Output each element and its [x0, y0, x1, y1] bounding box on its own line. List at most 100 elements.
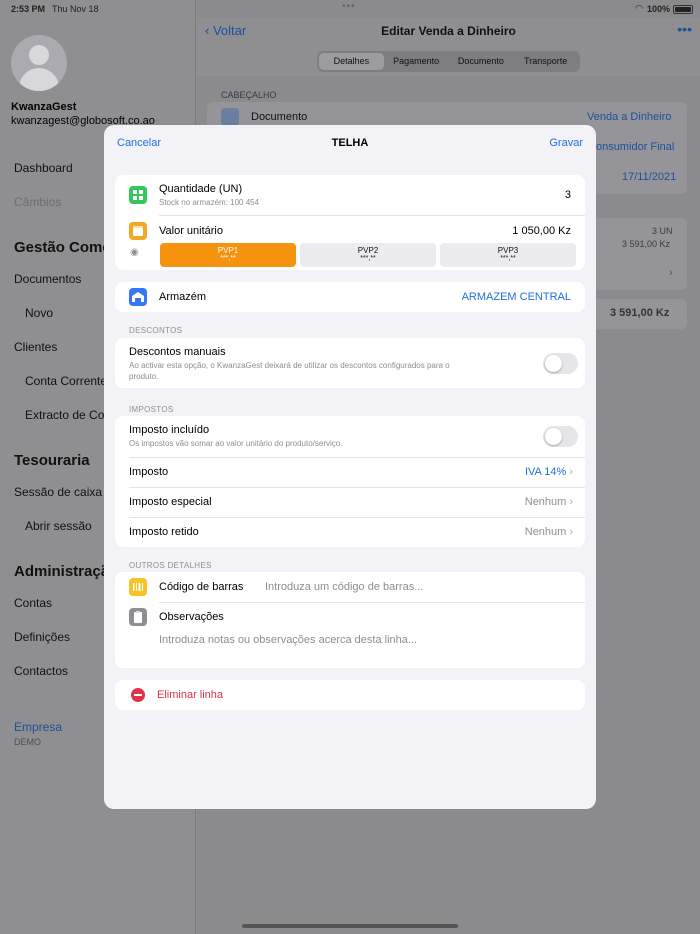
imposto-retido-label: Imposto retido [129, 526, 199, 538]
multitask-dots-icon[interactable]: ••• [342, 1, 356, 12]
descontos-card: Descontos manuais Ao activar esta opção,… [115, 338, 585, 388]
pvp3-button[interactable]: PVP3 ***,** [440, 243, 576, 267]
armazem-row[interactable]: Armazém ARMAZEM CENTRAL [115, 282, 585, 312]
armazem-value[interactable]: ARMAZEM CENTRAL [462, 291, 571, 303]
sidebar-section-gestao: Gestão Come [14, 239, 111, 256]
section-cabecalho: CABEÇALHO [221, 90, 277, 100]
navigation-bar: ‹ Voltar Editar Venda a Dinheiro ••• Det… [197, 18, 700, 76]
descontos-description-2: produto. [129, 372, 159, 381]
cliente-value[interactable]: onsumidor Final [596, 141, 674, 153]
descontos-label: Descontos manuais [129, 346, 226, 358]
more-icon[interactable]: ••• [677, 21, 692, 37]
pvp2-value: ***,** [360, 255, 376, 262]
sidebar-item-abrir-sessao[interactable]: Abrir sessão [25, 519, 92, 533]
codigo-barras-input[interactable]: Introduza um código de barras... [265, 581, 423, 593]
codigo-barras-label: Código de barras [159, 581, 244, 593]
observacoes-textarea[interactable]: Introduza notas ou observações acerca de… [159, 634, 417, 646]
chevron-right-icon: › [669, 267, 673, 279]
line-edit-modal: Cancelar TELHA Gravar Quantidade (UN) St… [104, 125, 596, 809]
sidebar-item-dashboard[interactable]: Dashboard [14, 161, 73, 175]
imposto-especial-value: Nenhum [524, 496, 567, 508]
sidebar-item-extracto[interactable]: Extracto de Con [25, 408, 111, 422]
sidebar-item-sessao-caixa[interactable]: Sessão de caixa [14, 485, 102, 499]
outros-card: Código de barras Introduza um código de … [115, 572, 585, 668]
pvp1-button[interactable]: PVP1 ***,** [160, 243, 296, 267]
modal-title: TELHA [331, 137, 369, 149]
total-value: 3 591,00 Kz [610, 307, 670, 319]
sidebar-item-contactos[interactable]: Contactos [14, 664, 68, 678]
tab-bar: Detalhes Pagamento Documento Transporte [317, 51, 580, 72]
company-demo-label: DEMO [14, 737, 41, 747]
descontos-toggle[interactable] [543, 353, 578, 374]
impostos-card: Imposto incluído Os impostos vão somar a… [115, 416, 585, 547]
page-title: Editar Venda a Dinheiro [381, 24, 516, 38]
tab-transporte[interactable]: Transporte [513, 53, 578, 70]
quantity-icon [129, 186, 147, 204]
stock-label: Stock no armazém: 100 454 [159, 198, 260, 207]
separator [129, 457, 585, 458]
eye-icon[interactable]: ◉ [130, 247, 139, 258]
imposto-especial-button[interactable]: Nenhum › [525, 496, 573, 508]
document-icon [221, 108, 239, 126]
barcode-icon [129, 578, 147, 596]
eliminar-linha-label: Eliminar linha [157, 689, 224, 701]
imposto-especial-label: Imposto especial [129, 496, 212, 508]
sidebar-item-contas[interactable]: Contas [14, 596, 52, 610]
sidebar-item-conta-corrente[interactable]: Conta Corrente [25, 374, 107, 388]
imposto-retido-button[interactable]: Nenhum › [525, 526, 573, 538]
status-bar: 2:53 PM Thu Nov 18 ••• ◠ 100% [0, 0, 700, 18]
sidebar-section-administracao: Administraçã [14, 563, 110, 580]
imposto-incluido-toggle[interactable] [543, 426, 578, 447]
chevron-right-icon: › [569, 526, 573, 538]
sidebar-item-novo[interactable]: Novo [25, 306, 53, 320]
imposto-value: IVA 14% [524, 466, 567, 478]
avatar[interactable] [11, 35, 67, 91]
pvp2-button[interactable]: PVP2 ***,** [300, 243, 436, 267]
separator [129, 487, 585, 488]
home-indicator[interactable] [242, 924, 458, 928]
line-qty: 3 UN [652, 226, 673, 236]
save-button[interactable]: Gravar [549, 137, 583, 149]
minus-circle-icon [131, 688, 145, 702]
imposto-value-button[interactable]: IVA 14% › [525, 466, 573, 478]
separator [129, 517, 585, 518]
section-outros-detalhes: OUTROS DETALHES [129, 561, 212, 570]
sidebar-item-empresa[interactable]: Empresa [14, 720, 62, 734]
pvp1-label: PVP1 [217, 246, 239, 255]
tab-detalhes[interactable]: Detalhes [319, 53, 384, 70]
sidebar-item-definicoes[interactable]: Definições [14, 630, 70, 644]
observacoes-label: Observações [159, 611, 224, 623]
pvp3-label: PVP3 [497, 246, 519, 255]
section-impostos: IMPOSTOS [129, 405, 174, 414]
clipboard-icon [129, 608, 147, 626]
valor-unitario-label: Valor unitário [159, 225, 223, 237]
tab-documento[interactable]: Documento [449, 53, 514, 70]
warehouse-icon [129, 288, 147, 306]
data-value[interactable]: 17/11/2021 [622, 171, 676, 183]
pvp1-value: ***,** [220, 255, 236, 262]
sidebar-section-tesouraria: Tesouraria [14, 452, 90, 469]
pvp2-label: PVP2 [357, 246, 379, 255]
chevron-right-icon: › [569, 496, 573, 508]
chevron-right-icon: › [569, 466, 573, 478]
separator [159, 215, 585, 216]
descontos-description: Ao activar esta opção, o KwanzaGest deix… [129, 361, 450, 370]
user-name: KwanzaGest [11, 101, 77, 113]
documento-value[interactable]: Venda a Dinheiro [587, 111, 671, 123]
price-icon [129, 222, 147, 240]
valor-unitario-value[interactable]: 1 050,00 Kz [512, 225, 571, 237]
product-card: Quantidade (UN) Stock no armazém: 100 45… [115, 175, 585, 270]
sidebar-item-cambios[interactable]: Câmbios [14, 195, 61, 209]
imposto-label: Imposto [129, 466, 169, 478]
imposto-incluido-label: Imposto incluído [129, 424, 210, 436]
quantidade-value[interactable]: 3 [565, 189, 571, 201]
sidebar-item-clientes[interactable]: Clientes [14, 340, 57, 354]
armazem-label: Armazém [159, 291, 207, 303]
tab-pagamento[interactable]: Pagamento [384, 53, 449, 70]
status-time: 2:53 PM [11, 4, 46, 14]
separator [159, 602, 585, 603]
eliminar-linha-button[interactable]: Eliminar linha [115, 680, 585, 710]
sidebar-item-documentos[interactable]: Documentos [14, 272, 81, 286]
wifi-icon: ◠ [635, 3, 643, 13]
documento-label: Documento [251, 111, 308, 123]
